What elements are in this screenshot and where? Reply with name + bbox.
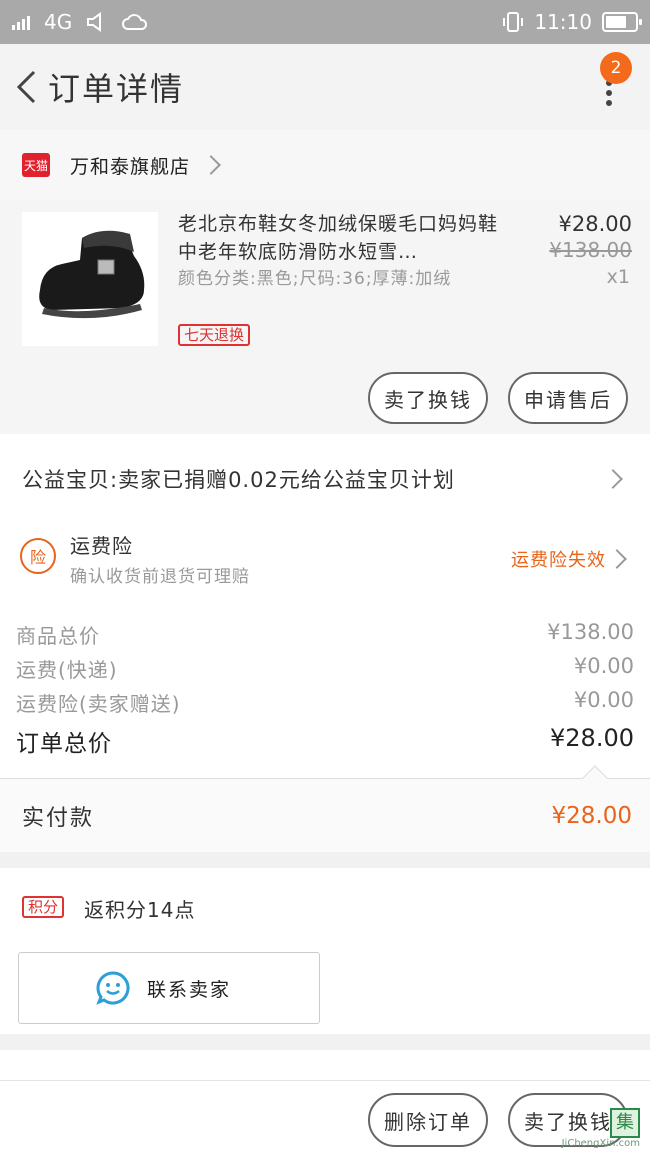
product-image[interactable]: [22, 212, 158, 346]
battery-icon: [602, 12, 642, 32]
bottom-action-bar: 删除订单 卖了换钱 集 JiChengXin.com: [0, 1080, 650, 1155]
insurance-status: 运费险失效: [511, 550, 606, 571]
product-original-price: ¥138.00: [549, 238, 632, 262]
contact-seller-label: 联系卖家: [147, 978, 232, 1001]
chevron-right-icon: [607, 549, 627, 569]
nav-bar: 订单详情 2: [0, 44, 650, 130]
vibrate-icon: [503, 12, 524, 32]
watermark-text: JiChengXin.com: [561, 1138, 640, 1149]
paid-label: 实付款: [22, 805, 95, 831]
watermark: 集 JiChengXin.com: [562, 1108, 640, 1149]
paid-row: 实付款 ¥28.00: [0, 765, 650, 852]
network-type: 4G: [44, 10, 73, 34]
product-title[interactable]: 老北京布鞋女冬加绒保暖毛口妈妈鞋中老年软底防滑防水短雪…: [178, 210, 498, 266]
insurance-subtitle: 确认收货前退货可理赔: [70, 567, 250, 587]
watermark-logo: 集: [610, 1108, 640, 1138]
insurance-title: 运费险: [70, 534, 133, 558]
cost-row: 商品总价 ¥138.00: [16, 620, 634, 649]
chat-bubble-icon: [96, 971, 130, 1005]
more-menu-button[interactable]: [604, 80, 614, 110]
tmall-badge: 天猫: [22, 153, 50, 177]
cost-value: ¥138.00: [547, 620, 634, 644]
cost-row: 运费险(卖家赠送) ¥0.00: [16, 688, 634, 717]
cost-value: ¥0.00: [573, 654, 634, 678]
order-total-row: 订单总价 ¥28.00: [16, 724, 634, 758]
clock: 11:10: [534, 10, 592, 34]
paid-value: ¥28.00: [551, 802, 632, 829]
chevron-right-icon: [603, 469, 623, 489]
cost-label: 运费(快递): [16, 658, 118, 682]
shop-name: 万和泰旗舰店: [70, 155, 191, 178]
charity-text: 公益宝贝:卖家已捐赠0.02元给公益宝贝计划: [22, 468, 455, 492]
sell-exchange-button[interactable]: 卖了换钱: [368, 372, 488, 424]
cost-row: 运费(快递) ¥0.00: [16, 654, 634, 683]
points-badge: 积分: [22, 896, 65, 918]
signal-icon: [12, 14, 30, 30]
shop-row[interactable]: 天猫 万和泰旗舰店: [0, 130, 650, 200]
product-price: ¥28.00: [558, 212, 632, 236]
order-total-label: 订单总价: [16, 731, 112, 757]
charity-row[interactable]: 公益宝贝:卖家已捐赠0.02元给公益宝贝计划: [0, 434, 650, 524]
cost-label: 商品总价: [16, 624, 100, 648]
points-text: 返积分14点: [84, 898, 196, 922]
sound-off-icon: [87, 12, 102, 32]
product-spec: 颜色分类:黑色;尺码:36;厚薄:加绒: [178, 269, 452, 289]
shipping-insurance-row[interactable]: 险 运费险 确认收货前退货可理赔 运费险失效: [0, 524, 650, 600]
insurance-icon: 险: [20, 538, 56, 574]
order-total-value: ¥28.00: [550, 724, 634, 752]
notification-badge: 2: [600, 52, 632, 84]
delete-order-button[interactable]: 删除订单: [368, 1093, 488, 1147]
chevron-right-icon: [201, 155, 221, 175]
return-policy-badge: 七天退换: [178, 324, 251, 346]
back-button[interactable]: [6, 67, 46, 107]
cloud-icon: [122, 14, 148, 30]
status-bar: 4G 11:10: [0, 0, 650, 44]
page-title: 订单详情: [48, 70, 185, 108]
product-quantity: x1: [606, 266, 630, 288]
product-item[interactable]: 老北京布鞋女冬加绒保暖毛口妈妈鞋中老年软底防滑防水短雪… 颜色分类:黑色;尺码:…: [0, 200, 650, 434]
cost-value: ¥0.00: [573, 688, 634, 712]
after-sale-button[interactable]: 申请售后: [508, 372, 628, 424]
cost-label: 运费险(卖家赠送): [16, 692, 181, 716]
chevron-left-icon: [16, 70, 36, 104]
cost-summary: 商品总价 ¥138.00 运费(快递) ¥0.00 运费险(卖家赠送) ¥0.0…: [0, 600, 650, 778]
points-section: 积分 返积分14点 联系卖家: [0, 868, 650, 1034]
contact-seller-button[interactable]: 联系卖家: [18, 952, 320, 1024]
